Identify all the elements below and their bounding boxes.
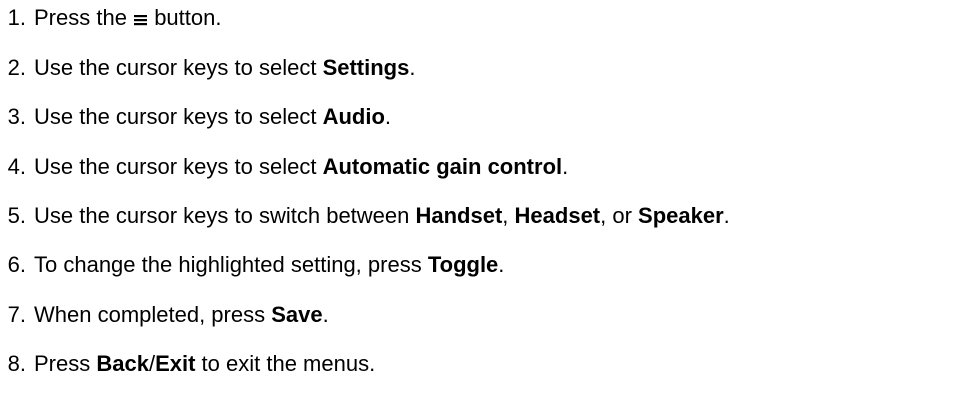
step-number: 7. <box>7 302 26 327</box>
step-text: . <box>723 203 730 228</box>
instruction-list: 1. Press the button. 2. Use the cursor key… <box>0 0 977 393</box>
softkey-back: Back <box>96 351 149 376</box>
menu-option-settings: Settings <box>322 55 410 80</box>
option-speaker: Speaker <box>638 203 724 228</box>
step-number: 3. <box>7 104 26 129</box>
step-number: 8. <box>7 351 26 376</box>
step-text: button. <box>154 5 222 30</box>
step-number: 2. <box>7 55 26 80</box>
step-1: 1. Press the button. <box>0 5 222 31</box>
step-4: 4. Use the cursor keys to select Automati… <box>0 154 569 180</box>
step-number: 5. <box>7 203 26 228</box>
step-6: 6. To change the highlighted setting, pre… <box>0 252 505 278</box>
step-text: Use the cursor keys to select <box>34 154 323 179</box>
step-8: 8. Press Back/Exit to exit the menus. <box>0 351 376 377</box>
option-handset: Handset <box>415 203 503 228</box>
step-text: . <box>384 104 392 129</box>
step-text: . <box>409 55 416 80</box>
step-text: . <box>498 252 505 277</box>
step-text: to exit the menus. <box>195 351 376 376</box>
softkey-save: Save <box>271 302 323 327</box>
step-3: 3. Use the cursor keys to select Audio. <box>0 104 391 130</box>
softkey-exit: Exit <box>155 351 196 376</box>
step-text: . <box>562 154 569 179</box>
step-number: 4. <box>7 154 26 179</box>
step-text: To change the highlighted setting, press <box>34 252 428 277</box>
menu-option-automatic-gain-control: Automatic gain control <box>322 154 563 179</box>
menu-icon <box>134 15 148 26</box>
step-text: Use the cursor keys to select <box>34 55 323 80</box>
menu-option-audio: Audio <box>322 104 385 129</box>
step-text: When completed, press <box>34 302 272 327</box>
step-text: Use the cursor keys to switch between <box>34 203 416 228</box>
step-text: Press the <box>34 5 127 30</box>
softkey-toggle: Toggle <box>427 252 499 277</box>
step-text: . <box>322 302 329 327</box>
step-7: 7. When completed, press Save. <box>0 302 329 328</box>
step-number: 1. <box>7 5 26 30</box>
step-2: 2. Use the cursor keys to select Settings… <box>0 55 416 81</box>
step-text: Use the cursor keys to select <box>34 104 323 129</box>
step-text: , or <box>600 203 639 228</box>
step-5: 5. Use the cursor keys to switch between … <box>0 203 730 229</box>
step-text: Press <box>34 351 97 376</box>
step-number: 6. <box>7 252 26 277</box>
step-text: , <box>502 203 515 228</box>
option-headset: Headset <box>514 203 601 228</box>
